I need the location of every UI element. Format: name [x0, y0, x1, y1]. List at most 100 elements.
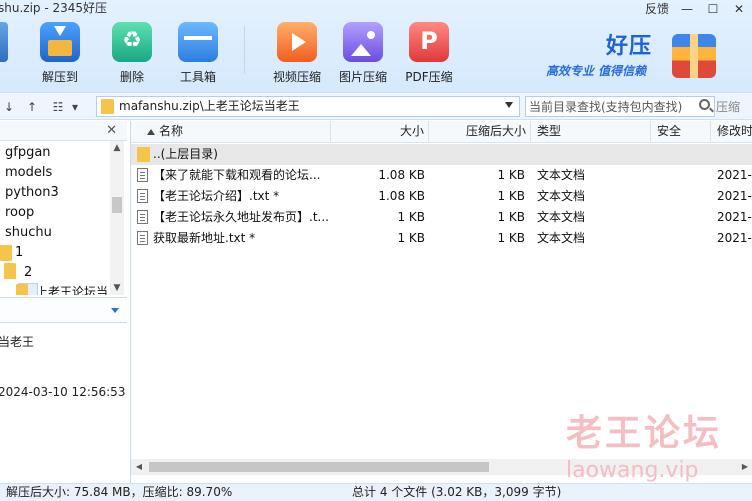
sort-arrow-icon [147, 129, 155, 135]
scroll-left-icon[interactable]: ◀ [131, 459, 147, 475]
text-file-icon [137, 168, 148, 182]
file-name: 获取最新地址.txt * [153, 231, 256, 245]
video-label: 视频压缩 [272, 70, 321, 84]
file-compressed-size: 1 KB [497, 210, 525, 224]
scroll-down-icon[interactable]: ▼ [110, 281, 124, 295]
brand-slogan: 高效专业 值得信赖 [546, 64, 647, 78]
tree-item-selected[interactable]: 2 [24, 263, 32, 283]
delete-button[interactable]: 删除 [97, 20, 167, 88]
recycle-icon [112, 22, 152, 62]
address-path: mafanshu.zip\上老王论坛当老王 [119, 99, 300, 113]
scroll-up-icon[interactable]: ▲ [110, 141, 124, 155]
search-icon[interactable] [699, 99, 710, 110]
watermark-text: 老王论坛 [566, 413, 723, 454]
column-modified[interactable]: 修改时 [711, 121, 752, 143]
pdf-label: PDF压缩 [405, 70, 453, 84]
image-compress-button[interactable]: 图片压缩 [328, 20, 398, 88]
image-label: 图片压缩 [338, 70, 387, 84]
video-icon [277, 22, 317, 62]
close-icon[interactable]: ✕ [106, 123, 117, 138]
minimize-button[interactable]: — [674, 2, 700, 16]
tree-item[interactable]: models [5, 163, 52, 183]
back-button[interactable]: ↓ [2, 97, 16, 117]
extract-label: 解压到 [41, 70, 78, 84]
column-name[interactable]: 名称 [131, 121, 331, 143]
chevron-down-icon[interactable] [111, 308, 119, 313]
file-compressed-size: 1 KB [497, 189, 525, 203]
folder-icon [101, 99, 114, 114]
column-compressed-size[interactable]: 压缩后大小 [429, 121, 531, 143]
toolbox-button[interactable]: 工具箱 [163, 20, 233, 88]
scroll-thumb[interactable] [112, 197, 122, 213]
file-size: 1.08 KB [378, 189, 425, 203]
file-size: 1.08 KB [378, 168, 425, 182]
delete-label: 删除 [119, 70, 144, 84]
file-name: 【来了就能下载和观看的论坛... [153, 168, 321, 182]
text-file-icon [137, 210, 148, 224]
file-name: 【老王论坛永久地址发布页】.t... [153, 210, 329, 224]
chevron-down-icon[interactable] [505, 102, 513, 108]
address-field[interactable]: mafanshu.zip\上老王论坛当老王 [96, 96, 520, 117]
tree-item[interactable]: python3 [5, 183, 59, 203]
tree-item[interactable]: shuchu [5, 223, 52, 243]
tree-item[interactable]: 1 [15, 243, 23, 263]
file-compressed-size: 1 KB [497, 231, 525, 245]
table-row[interactable]: 【来了就能下载和观看的论坛... 1.08 KB 1 KB 文本文档 2021- [131, 165, 752, 186]
tree-item[interactable]: gfpgan [5, 143, 51, 163]
file-modified: 2021- [717, 168, 752, 182]
up-button[interactable]: ↑ [24, 97, 40, 117]
scroll-thumb[interactable] [149, 462, 489, 472]
close-button[interactable]: ✕ [726, 2, 752, 16]
table-row[interactable]: 【老王论坛介绍】.txt * 1.08 KB 1 KB 文本文档 2021- [131, 186, 752, 207]
file-modified: 2021- [717, 210, 752, 224]
extract-button[interactable]: 解压到 [25, 20, 95, 88]
brand-name: 好压 [606, 34, 653, 59]
info-name: 当老王 [0, 335, 35, 349]
add-icon[interactable] [0, 22, 8, 62]
tree-item[interactable]: roop [5, 203, 34, 223]
toolbox-label: 工具箱 [179, 70, 216, 84]
file-type: 文本文档 [537, 168, 586, 182]
table-row[interactable]: 获取最新地址.txt * 1 KB 1 KB 文本文档 2021- [131, 228, 752, 249]
text-file-icon [137, 231, 148, 245]
tree-header: ✕ [0, 121, 127, 141]
extract-icon [40, 22, 80, 62]
status-bar: 解压后大小: 75.84 MB，压缩比: 89.70% 总计 4 个文件 (3.… [0, 483, 752, 501]
tree-scrollbar[interactable]: ▲ ▼ [110, 141, 124, 295]
video-compress-button[interactable]: 视频压缩 [262, 20, 332, 88]
folder-tree: gfpgan models python3 roop shuchu 1 2 上老… [0, 141, 112, 295]
column-size[interactable]: 大小 [331, 121, 429, 143]
title-toolbar-area: shu.zip - 2345好压 反馈 — ☐ ✕ 解压到 删除 工具箱 视频压… [0, 0, 752, 92]
file-compressed-size: 1 KB [497, 168, 525, 182]
compress-search-button[interactable]: 压缩 [716, 97, 740, 117]
parent-directory-label: ..(上层目录) [153, 147, 218, 161]
toolbar-separator [244, 26, 245, 74]
pdf-icon [409, 22, 449, 62]
file-type: 文本文档 [537, 231, 586, 245]
view-mode-icon[interactable]: ☷ [50, 97, 66, 117]
feedback-button[interactable]: 反馈 [640, 2, 674, 16]
text-file-icon [137, 189, 148, 203]
toolbox-icon [178, 22, 218, 62]
column-type[interactable]: 类型 [531, 121, 651, 143]
tree-item[interactable]: 上老王论坛当 [36, 282, 108, 295]
file-type: 文本文档 [537, 210, 586, 224]
table-row[interactable]: 【老王论坛永久地址发布页】.t... 1 KB 1 KB 文本文档 2021- [131, 207, 752, 228]
column-security[interactable]: 安全 [651, 121, 711, 143]
file-type: 文本文档 [537, 189, 586, 203]
view-mode-dropdown[interactable]: ▾ [68, 97, 82, 117]
file-modified: 2021- [717, 231, 752, 245]
info-panel-header[interactable] [0, 297, 127, 323]
column-name-label: 名称 [159, 124, 184, 138]
folder-icon [4, 263, 16, 279]
search-input[interactable] [526, 97, 694, 116]
search-box [525, 96, 715, 117]
watermark-url: laowang.vip [566, 458, 699, 483]
list-header: 名称 大小 压缩后大小 类型 安全 修改时 [131, 121, 752, 143]
parent-directory-row[interactable]: ..(上层目录) [131, 144, 752, 165]
maximize-button[interactable]: ☐ [700, 2, 726, 16]
scroll-right-icon[interactable]: ▶ [737, 459, 752, 475]
pdf-compress-button[interactable]: PDF压缩 [394, 20, 464, 88]
brand-logo-icon [672, 34, 716, 78]
window-controls: 反馈 — ☐ ✕ [640, 0, 752, 18]
